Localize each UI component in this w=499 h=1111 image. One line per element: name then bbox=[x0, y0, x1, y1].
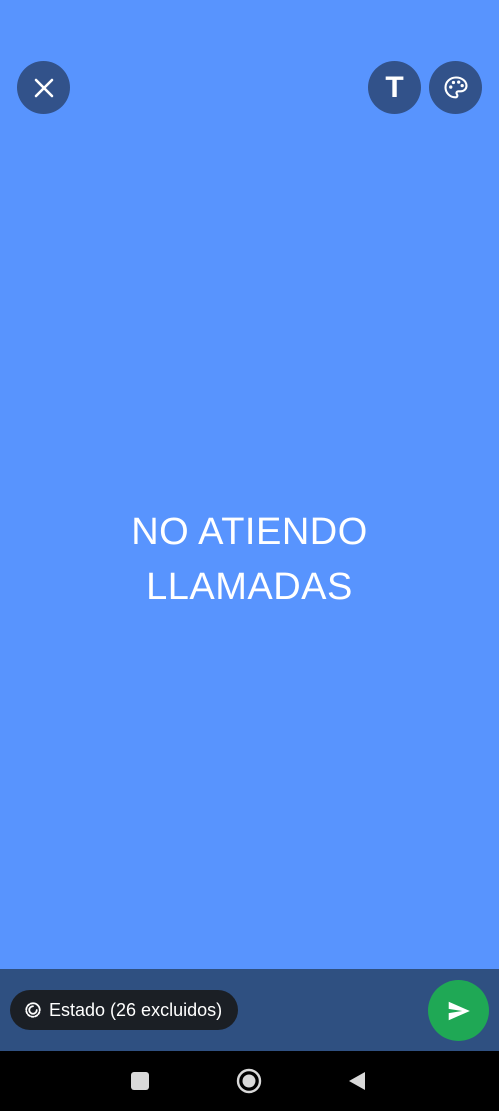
circle-icon bbox=[236, 1068, 262, 1094]
square-icon bbox=[131, 1072, 149, 1090]
audience-label: Estado (26 excluidos) bbox=[49, 999, 223, 1020]
text-tool-icon: T bbox=[385, 70, 404, 104]
system-nav-bar bbox=[0, 1051, 499, 1111]
text-tool-button[interactable]: T bbox=[368, 61, 421, 114]
send-icon bbox=[448, 1001, 470, 1020]
home-button[interactable] bbox=[231, 1063, 267, 1099]
color-palette-button[interactable] bbox=[429, 61, 482, 114]
send-button[interactable] bbox=[428, 980, 489, 1041]
status-icon bbox=[25, 1002, 41, 1018]
status-text[interactable]: NO ATIENDO LLAMADAS bbox=[0, 505, 499, 615]
back-button[interactable] bbox=[339, 1063, 375, 1099]
bottom-bar: Estado (26 excluidos) bbox=[0, 969, 499, 1051]
palette-icon bbox=[443, 75, 468, 98]
close-icon bbox=[34, 78, 53, 97]
status-canvas[interactable]: T NO ATIENDO LLAMADAS bbox=[0, 0, 499, 969]
triangle-back-icon bbox=[349, 1072, 365, 1090]
audience-chip[interactable]: Estado (26 excluidos) bbox=[10, 990, 239, 1030]
recents-button[interactable] bbox=[122, 1063, 158, 1099]
close-button[interactable] bbox=[17, 61, 70, 114]
